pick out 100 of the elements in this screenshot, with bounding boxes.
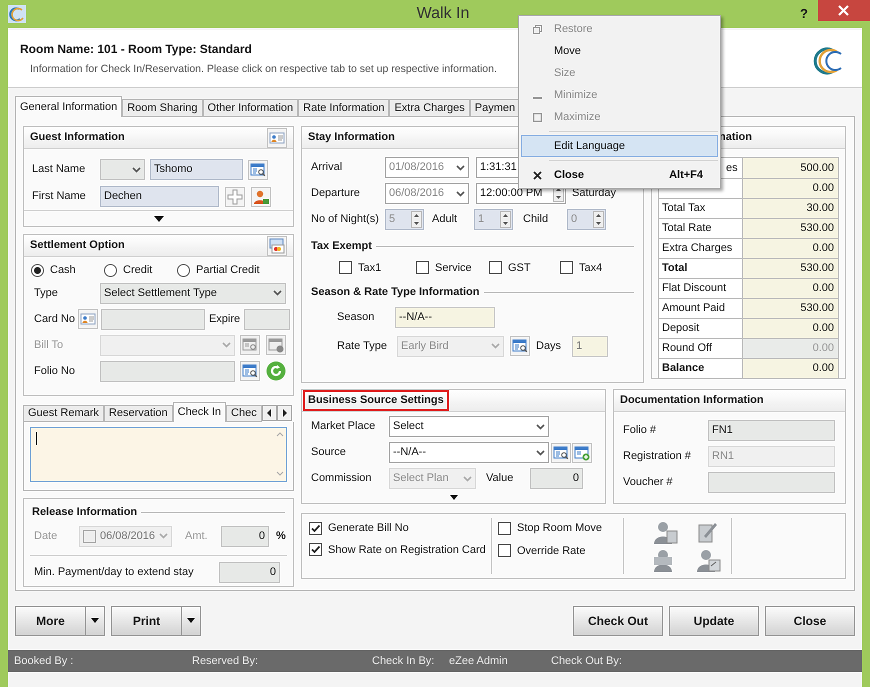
checkbox-label: Override Rate [517,544,586,558]
checkbox-label: Service [435,260,472,276]
chevron-icon [536,424,545,430]
checkbox[interactable] [489,261,502,274]
input-field[interactable]: 0 [530,468,583,489]
table-cell: 530.00 [743,299,838,318]
lookup-icon[interactable] [510,336,530,356]
list-add-icon[interactable] [266,335,286,355]
checkbox[interactable] [309,522,322,535]
close-icon [532,170,542,180]
input-field[interactable]: 1 [572,336,608,356]
input-field[interactable]: Tshomo [150,159,243,180]
radio-button[interactable] [104,264,117,277]
field-label: No of Night(s) [311,212,380,228]
action-button[interactable]: Update [669,606,759,636]
checkbox[interactable] [498,544,511,558]
table-cell: 30.00 [743,199,838,218]
field-label: Arrival [311,160,344,176]
action-button[interactable]: Check Out [573,606,663,636]
status-text: Booked By : [14,654,74,669]
spinner-icon[interactable] [500,211,511,228]
group-title: Season & Rate Type Information [311,285,480,300]
chevron-icon [456,164,465,170]
table-cell: 0.00 [743,339,838,358]
menu-item[interactable]: Move [521,40,718,62]
table-cell: 500.00 [743,158,838,178]
tab-scroll-icon[interactable] [262,405,292,421]
checkbox-label: GST [508,260,531,276]
group-title: Release Information [32,505,138,520]
tab[interactable]: Guest Remark [23,405,104,422]
dropdown-button[interactable] [182,606,201,636]
field-label: Adult [432,212,458,228]
dropdown-button[interactable] [86,606,105,636]
dropdown[interactable]: 01/08/2016 [385,157,469,178]
menu-item[interactable]: Edit Language [521,135,718,157]
input-field[interactable] [708,472,835,493]
field-label: Card No [34,312,75,327]
chevron-icon [132,166,141,172]
input-field[interactable]: --N/A-- [395,306,495,328]
input-field[interactable] [100,308,205,330]
card-icon[interactable] [78,309,98,329]
spinner-icon[interactable] [593,211,604,228]
checkbox[interactable] [83,530,96,542]
dropdown[interactable]: Select [389,416,549,437]
plus-icon[interactable] [225,186,245,206]
table-cell: 0.00 [743,319,838,338]
lookup-icon[interactable] [551,442,571,462]
spinner-icon[interactable] [411,211,422,228]
tab[interactable]: Chec [226,405,262,422]
unit-label: % [276,528,286,544]
radio-button[interactable] [177,264,190,277]
checkbox[interactable] [498,522,511,535]
tab[interactable]: Reservation [104,405,173,422]
input-field[interactable] [244,308,290,330]
id-card-icon[interactable] [267,128,287,148]
expand-icon[interactable] [154,216,164,222]
expand-icon[interactable] [448,495,458,501]
field-label: Voucher # [623,475,674,490]
refresh-icon[interactable] [266,361,286,381]
action-button[interactable]: Close [765,606,855,636]
input-field[interactable] [100,360,235,382]
tab[interactable]: Check In [172,402,226,422]
panel-title: Business Source Settings [305,392,447,409]
tab[interactable]: General Information [15,96,122,117]
input-field[interactable]: 0 [221,526,269,546]
tab[interactable]: Rate Information [298,99,390,117]
tab[interactable]: Other Information [202,99,298,117]
close-icon[interactable] [818,0,870,21]
lookup-icon[interactable] [240,361,260,381]
checkbox[interactable] [309,543,322,556]
payment-cards-icon[interactable] [267,236,287,256]
radio-button[interactable] [31,264,44,277]
field-label: Value [486,471,514,486]
input-field[interactable]: 0 [219,562,280,582]
field-label: Last Name [32,162,86,178]
help-button[interactable]: ? [800,4,808,24]
chevron-icon [491,343,500,349]
tab[interactable]: Extra Charges [389,99,470,117]
dropdown[interactable]: 06/08/2016 [385,183,469,204]
dropdown[interactable]: --N/A-- [389,442,549,463]
checkbox[interactable] [416,261,429,274]
field-label: Folio No [34,364,76,379]
field-label: Min. Payment/day to extend stay [34,564,195,580]
checkbox[interactable] [339,261,352,274]
checkbox[interactable] [560,261,573,274]
split-button[interactable]: More [15,606,86,636]
user-icon[interactable] [251,186,271,206]
remark-field[interactable] [30,427,287,482]
dropdown[interactable]: Select Settlement Type [100,282,286,304]
split-button[interactable]: Print [111,606,182,636]
date-field[interactable]: 06/08/2016 [79,526,172,546]
checkbox-label: Show Rate on Registration Card [328,542,486,558]
input-field[interactable]: Dechen [100,186,219,207]
lookup-icon[interactable] [248,160,268,180]
window-title: Walk In [416,4,470,24]
list-add-icon[interactable] [572,442,592,462]
input-field[interactable]: FN1 [708,420,835,441]
tab[interactable]: Room Sharing [122,99,203,117]
maximize-icon [532,112,542,122]
group-title: Tax Exempt [311,239,372,254]
